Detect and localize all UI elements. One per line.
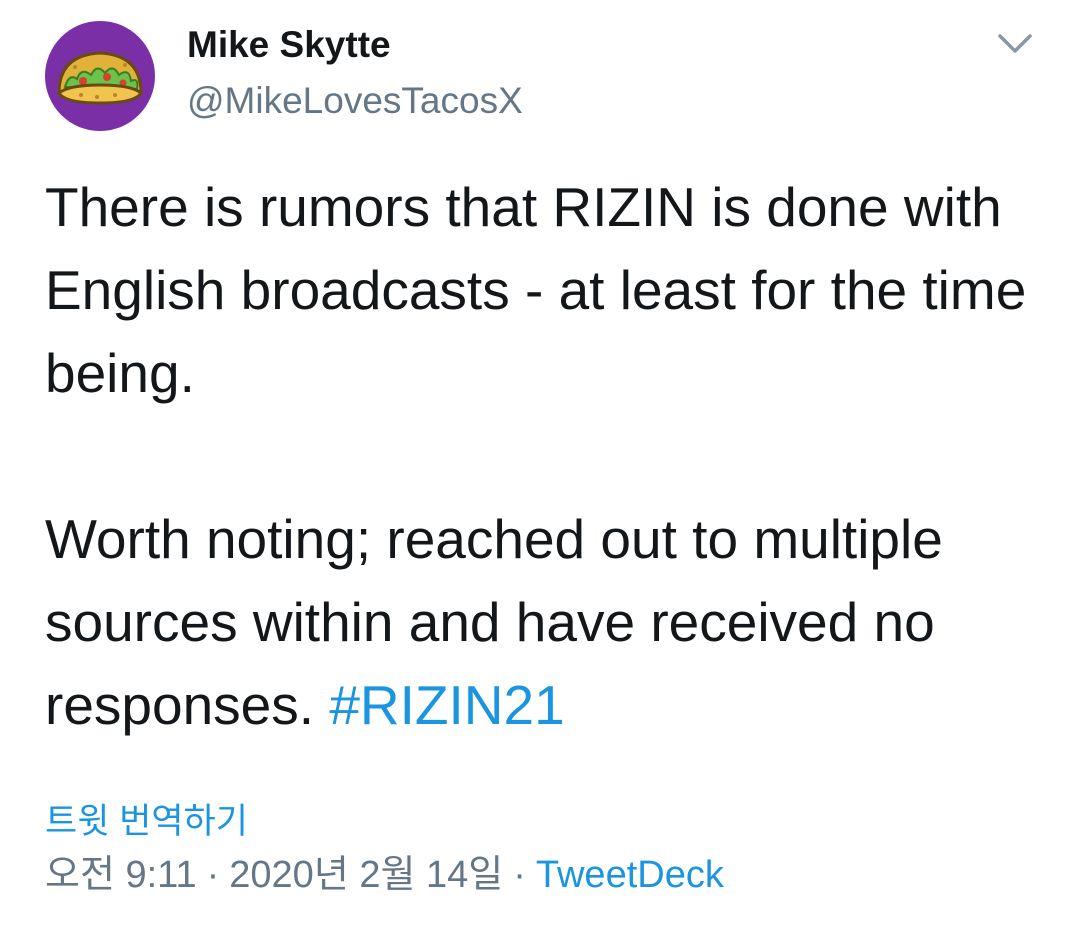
hashtag-link[interactable]: #RIZIN21 xyxy=(329,674,564,736)
display-name[interactable]: Mike Skytte xyxy=(187,24,391,66)
separator: · xyxy=(206,854,220,896)
avatar[interactable] xyxy=(45,21,155,131)
translate-tweet-link[interactable]: 트윗 번역하기 xyxy=(45,793,248,844)
tweet-paragraph: Worth noting; reached out to multiple so… xyxy=(45,498,1045,747)
tweet-date[interactable]: 2020년 2월 14일 xyxy=(229,854,503,896)
separator: · xyxy=(513,854,526,896)
tweet-paragraph: There is rumors that RIZIN is done with … xyxy=(45,176,1027,404)
chevron-down-icon xyxy=(998,34,1032,53)
taco-icon xyxy=(57,51,143,105)
tweet-time[interactable]: 오전 9:11 xyxy=(45,854,197,896)
user-handle[interactable]: @MikeLovesTacosX xyxy=(187,80,523,122)
tweet-menu-button[interactable] xyxy=(994,26,1036,60)
tweet-text: There is rumors that RIZIN is done with … xyxy=(45,166,1045,747)
source-link[interactable]: TweetDeck xyxy=(536,854,724,896)
tweet-metadata: 오전 9:11 · 2020년 2월 14일 · TweetDeck xyxy=(45,843,724,898)
tweet-card: Mike Skytte @MikeLovesTacosX There is ru… xyxy=(0,0,1080,928)
